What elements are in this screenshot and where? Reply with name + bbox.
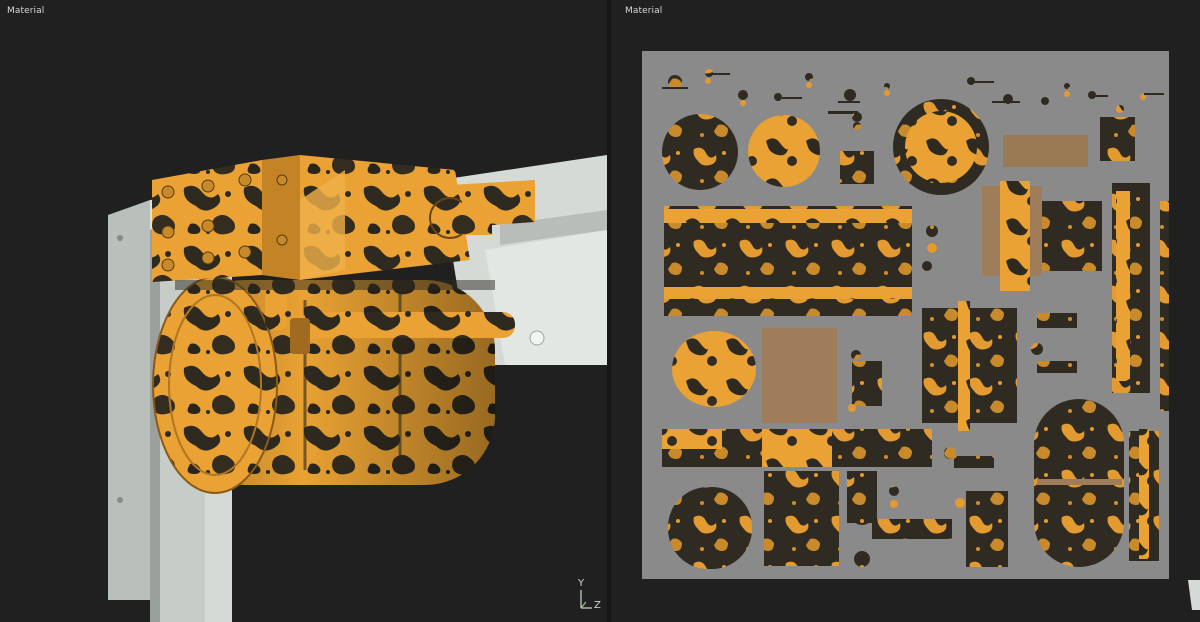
frame-post-left (108, 200, 150, 600)
cylinder-end-cap (152, 276, 278, 494)
viewport-edge-strip (1188, 580, 1200, 610)
axis-z-label: Z (594, 600, 601, 611)
side-shaft (300, 312, 515, 338)
frame-bolt-2 (117, 497, 123, 503)
rail-beam-face (485, 230, 607, 365)
uv-disc-4 (672, 331, 756, 407)
material-preview-render (108, 155, 607, 622)
rail-bolt (529, 330, 545, 346)
uv-texture-sheet (642, 51, 1169, 579)
uv-disc-2 (748, 115, 820, 187)
uv-disc-1 (662, 114, 738, 190)
axis-y-label: Y (578, 578, 585, 589)
viewport-title: Material (7, 6, 45, 16)
uv-capsule-small (668, 487, 752, 569)
uv-metal-plate (762, 328, 837, 423)
left-3d-viewport[interactable]: Material Y Z (0, 0, 607, 622)
uv-metal-strip (1003, 135, 1088, 167)
axis-gizmo-icon: Y Z (574, 578, 604, 612)
gearbox-side-face (262, 155, 300, 280)
uv-islands (662, 69, 1169, 569)
viewport-title: Material (625, 6, 663, 16)
frame-bolt-1 (117, 235, 123, 241)
frame-post-inner (205, 480, 232, 622)
right-uv-viewport[interactable]: Material (611, 0, 1200, 622)
